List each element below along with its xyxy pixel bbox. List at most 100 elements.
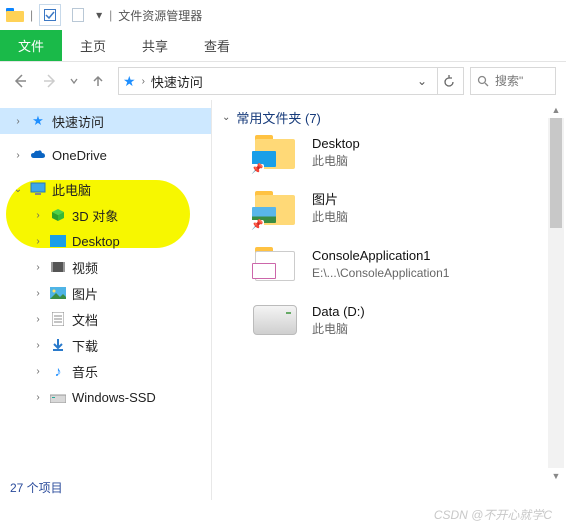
address-text: 快速访问 xyxy=(151,72,407,91)
item-name: Data (D:) xyxy=(312,303,365,321)
scroll-down[interactable]: ▼ xyxy=(548,468,564,484)
pin-icon: 📌 xyxy=(250,220,264,231)
sidebar-item-label: 视频 xyxy=(72,258,98,277)
recent-dropdown[interactable] xyxy=(66,67,82,95)
window-title: 文件资源管理器 xyxy=(118,7,202,24)
list-item[interactable]: 📌 Desktop 此电脑 xyxy=(252,131,566,173)
sidebar-item-label: 3D 对象 xyxy=(72,206,118,225)
explorer-icon xyxy=(6,8,24,22)
nav-tree: › ★ 快速访问 › OneDrive ⌄ 此电脑 › 3D 对象 xyxy=(0,108,211,410)
chevron-right-icon[interactable]: › xyxy=(32,366,44,377)
item-location: 此电脑 xyxy=(312,209,348,225)
group-label: 常用文件夹 (7) xyxy=(236,108,321,127)
item-location: E:\...\ConsoleApplication1 xyxy=(312,265,449,281)
tab-view[interactable]: 查看 xyxy=(186,30,248,61)
scrollbar[interactable]: ▲ ▼ xyxy=(548,102,564,500)
sidebar-item-music[interactable]: › ♪ 音乐 xyxy=(0,358,211,384)
refresh-button[interactable] xyxy=(437,68,459,94)
navbar: ★ › 快速访问 ⌄ xyxy=(0,62,566,100)
search-input[interactable] xyxy=(495,74,539,88)
item-list: 📌 Desktop 此电脑 📌 图片 此电脑 xyxy=(222,131,566,341)
qat-dropdown[interactable]: ▾ xyxy=(95,11,103,19)
document-icon xyxy=(50,311,66,327)
separator: | xyxy=(109,8,112,22)
chevron-right-icon[interactable]: › xyxy=(32,236,44,247)
arrow-left-icon xyxy=(12,73,28,89)
drive-icon xyxy=(50,389,66,405)
watermark: CSDN @不开心就学C xyxy=(434,506,552,523)
sidebar-item-videos[interactable]: › 视频 xyxy=(0,254,211,280)
chevron-right-icon[interactable]: › xyxy=(32,288,44,299)
scroll-track[interactable] xyxy=(548,118,564,468)
address-dropdown[interactable]: ⌄ xyxy=(413,74,431,88)
main-area: › ★ 快速访问 › OneDrive ⌄ 此电脑 › 3D 对象 xyxy=(0,100,566,500)
back-button[interactable] xyxy=(6,67,34,95)
sidebar-item-documents[interactable]: › 文档 xyxy=(0,306,211,332)
separator: | xyxy=(30,8,33,22)
list-item[interactable]: 📌 图片 此电脑 xyxy=(252,187,566,229)
video-icon xyxy=(50,259,66,275)
arrow-up-icon xyxy=(91,74,105,88)
tab-file[interactable]: 文件 xyxy=(0,30,62,61)
item-location: 此电脑 xyxy=(312,321,365,337)
chevron-right-icon[interactable]: › xyxy=(32,392,44,403)
ribbon-tabs: 文件 主页 共享 查看 xyxy=(0,30,566,62)
up-button[interactable] xyxy=(84,67,112,95)
qat-blank xyxy=(67,4,89,26)
sidebar-item-pictures[interactable]: › 图片 xyxy=(0,280,211,306)
item-name: Desktop xyxy=(312,135,360,153)
sidebar-item-label: 文档 xyxy=(72,310,98,329)
chevron-right-icon[interactable]: › xyxy=(32,340,44,351)
forward-button[interactable] xyxy=(36,67,64,95)
chevron-right-icon[interactable]: › xyxy=(32,262,44,273)
pin-icon: 📌 xyxy=(250,164,264,175)
scroll-thumb[interactable] xyxy=(550,118,562,228)
chevron-right-icon[interactable]: › xyxy=(12,150,24,161)
drive-icon xyxy=(252,299,298,341)
chevron-down-icon: ⌄ xyxy=(222,112,230,123)
sidebar-item-this-pc[interactable]: ⌄ 此电脑 xyxy=(0,176,211,202)
refresh-icon xyxy=(443,75,455,87)
chevron-right-icon[interactable]: › xyxy=(32,210,44,221)
qat-properties-button[interactable] xyxy=(39,4,61,26)
sidebar-item-label: 下载 xyxy=(72,336,98,355)
scroll-up[interactable]: ▲ xyxy=(548,102,564,118)
sidebar-item-3d-objects[interactable]: › 3D 对象 xyxy=(0,202,211,228)
content-pane: ▲ ▼ ⌄ 常用文件夹 (7) 📌 Desktop 此电脑 xyxy=(212,100,566,500)
titlebar: | ▾ | 文件资源管理器 xyxy=(0,0,566,30)
group-header[interactable]: ⌄ 常用文件夹 (7) xyxy=(222,108,566,127)
chevron-right-icon[interactable]: › xyxy=(12,116,24,127)
address-bar[interactable]: ★ › 快速访问 ⌄ xyxy=(118,67,464,95)
sidebar-item-label: 音乐 xyxy=(72,362,98,381)
tab-home[interactable]: 主页 xyxy=(62,30,124,61)
chevron-down-icon[interactable]: ⌄ xyxy=(12,184,24,195)
sidebar-item-quick-access[interactable]: › ★ 快速访问 xyxy=(0,108,211,134)
search-box[interactable] xyxy=(470,67,556,95)
monitor-icon xyxy=(30,181,46,197)
folder-app-icon xyxy=(252,243,298,285)
arrow-right-icon xyxy=(42,73,58,89)
star-icon: ★ xyxy=(30,113,46,129)
sidebar-item-downloads[interactable]: › 下载 xyxy=(0,332,211,358)
sidebar-item-windows-ssd[interactable]: › Windows-SSD xyxy=(0,384,211,410)
page-icon xyxy=(72,8,84,22)
chevron-right-icon[interactable]: › xyxy=(32,314,44,325)
list-item[interactable]: ConsoleApplication1 E:\...\ConsoleApplic… xyxy=(252,243,566,285)
sidebar-item-label: OneDrive xyxy=(52,148,107,163)
chevron-right-icon: › xyxy=(142,76,145,87)
sidebar-item-desktop[interactable]: › Desktop xyxy=(0,228,211,254)
sidebar: › ★ 快速访问 › OneDrive ⌄ 此电脑 › 3D 对象 xyxy=(0,100,212,500)
sidebar-item-label: 此电脑 xyxy=(52,180,91,199)
item-name: ConsoleApplication1 xyxy=(312,247,449,265)
picture-icon xyxy=(50,285,66,301)
sidebar-item-label: 快速访问 xyxy=(52,112,104,131)
item-location: 此电脑 xyxy=(312,153,360,169)
tab-share[interactable]: 共享 xyxy=(124,30,186,61)
checkbox-icon xyxy=(44,9,56,21)
sidebar-item-onedrive[interactable]: › OneDrive xyxy=(0,142,211,168)
list-item[interactable]: Data (D:) 此电脑 xyxy=(252,299,566,341)
music-icon: ♪ xyxy=(50,363,66,379)
folder-desktop-icon: 📌 xyxy=(252,131,298,173)
sidebar-item-label: Windows-SSD xyxy=(72,390,156,405)
search-icon xyxy=(477,75,489,87)
